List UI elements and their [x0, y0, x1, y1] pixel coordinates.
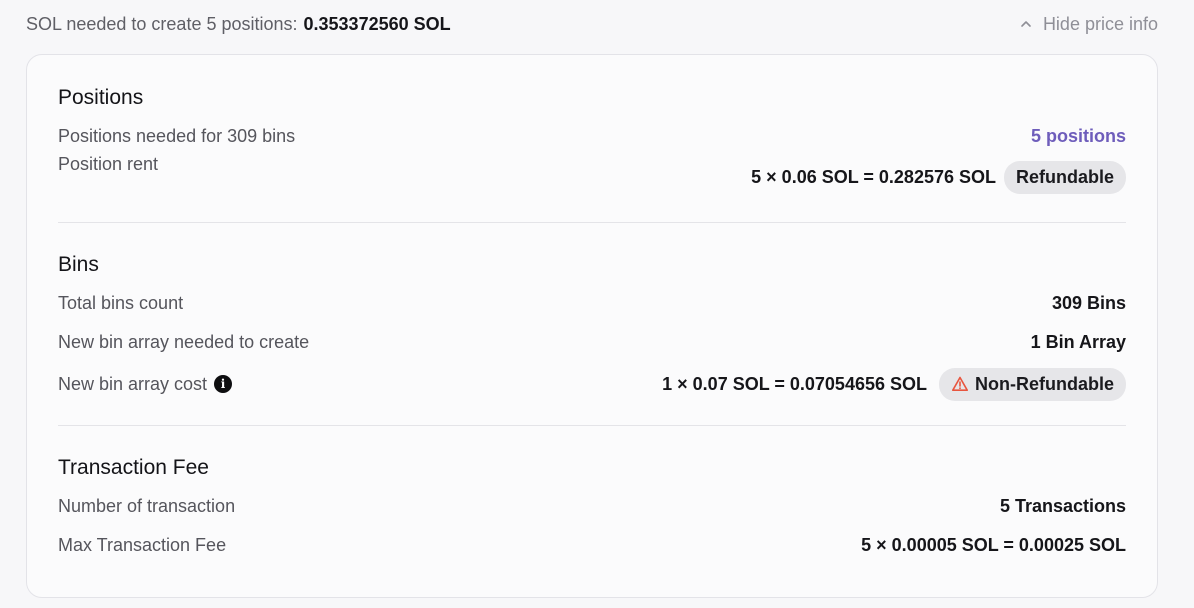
bin-array-cost-label-group: New bin array cost i	[58, 373, 233, 395]
bin-array-needed-label: New bin array needed to create	[58, 331, 310, 352]
positions-needed-label: Positions needed for 309 bins	[58, 125, 296, 146]
position-rent-value: 5 × 0.06 SOL = 0.282576 SOL Refundable	[751, 161, 1126, 194]
transaction-count-value: 5 Transactions	[999, 495, 1126, 516]
total-bins-value: 309 Bins	[1051, 292, 1126, 313]
transaction-count-label: Number of transaction	[58, 495, 236, 516]
position-rent-amount: 5 × 0.06 SOL = 0.282576 SOL	[751, 167, 996, 187]
max-fee-label: Max Transaction Fee	[58, 534, 227, 555]
bins-title: Bins	[58, 253, 99, 276]
non-refundable-label: Non-Refundable	[975, 373, 1114, 394]
bin-array-cost-amount: 1 × 0.07 SOL = 0.07054656 SOL	[662, 373, 927, 394]
bin-array-needed-row: New bin array needed to create 1 Bin Arr…	[58, 329, 1126, 355]
bin-array-needed-value: 1 Bin Array	[1030, 331, 1126, 352]
bins-section: Bins Total bins count 309 Bins New bin a…	[58, 223, 1126, 401]
positions-needed-row: Positions needed for 309 bins 5 position…	[58, 123, 1126, 149]
transaction-fee-title: Transaction Fee	[58, 456, 209, 479]
positions-needed-value[interactable]: 5 positions	[1031, 126, 1126, 147]
info-icon[interactable]: i	[214, 375, 233, 393]
sol-needed-summary: SOL needed to create 5 positions: 0.35337…	[26, 14, 451, 35]
position-rent-row: Position rent 5 × 0.06 SOL = 0.282576 SO…	[58, 153, 1126, 205]
bin-array-cost-row: New bin array cost i 1 × 0.07 SOL = 0.07…	[58, 367, 1126, 401]
total-bins-row: Total bins count 309 Bins	[58, 290, 1126, 316]
warning-triangle-icon	[952, 376, 968, 391]
sol-needed-label: SOL needed to create 5 positions:	[26, 13, 298, 34]
hide-price-info-toggle[interactable]: Hide price info	[1019, 14, 1158, 35]
max-fee-value: 5 × 0.00005 SOL = 0.00025 SOL	[861, 534, 1126, 555]
price-info-card: Positions Positions needed for 309 bins …	[26, 54, 1158, 598]
refundable-badge: Refundable	[1003, 161, 1126, 194]
positions-section: Positions Positions needed for 309 bins …	[58, 55, 1126, 205]
bin-array-cost-value: 1 × 0.07 SOL = 0.07054656 SOL Non-Refund…	[662, 367, 1126, 401]
chevron-up-icon	[1021, 21, 1031, 27]
transaction-fee-section: Transaction Fee Number of transaction 5 …	[58, 426, 1126, 558]
positions-title: Positions	[58, 86, 144, 109]
sol-needed-total: 0.353372560 SOL	[303, 13, 451, 34]
transaction-count-row: Number of transaction 5 Transactions	[58, 493, 1126, 519]
price-summary-bar: SOL needed to create 5 positions: 0.35337…	[26, 12, 1158, 36]
hide-price-info-label: Hide price info	[1042, 13, 1158, 34]
max-fee-row: Max Transaction Fee 5 × 0.00005 SOL = 0.…	[58, 532, 1126, 558]
non-refundable-badge: Non-Refundable	[939, 367, 1126, 401]
total-bins-label: Total bins count	[58, 292, 184, 313]
position-rent-label: Position rent	[58, 154, 159, 174]
bin-array-cost-label: New bin array cost	[58, 373, 208, 394]
